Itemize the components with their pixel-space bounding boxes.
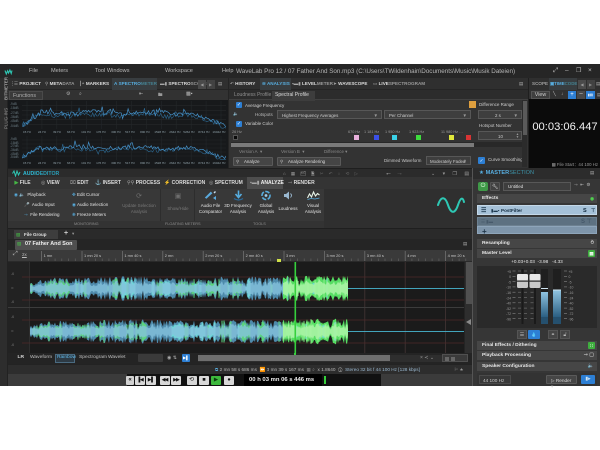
svg-text:4 mn: 4 mn [407, 253, 416, 258]
svg-text:-96: -96 [506, 318, 511, 322]
svg-text:+5: +5 [569, 270, 573, 274]
svg-text:0: 0 [509, 275, 511, 279]
svg-text:-16: -16 [569, 291, 574, 295]
svg-text:-5: -5 [569, 280, 572, 284]
svg-text:+5: +5 [507, 270, 511, 274]
svg-text:-40: -40 [569, 302, 574, 306]
svg-text:0: 0 [569, 275, 571, 279]
svg-text:-72: -72 [569, 312, 574, 316]
svg-text:1 mn 20 s: 1 mn 20 s [84, 253, 101, 258]
svg-text:2 mn 40 s: 2 mn 40 s [246, 253, 263, 258]
svg-text:-24: -24 [569, 296, 574, 300]
svg-text:2 mn: 2 mn [165, 253, 174, 258]
svg-text:-40: -40 [506, 302, 511, 306]
svg-text:2 mn 20 s: 2 mn 20 s [205, 253, 222, 258]
svg-text:-16: -16 [506, 291, 511, 295]
svg-text:-52: -52 [506, 307, 511, 311]
svg-text:-52: -52 [569, 307, 574, 311]
svg-text:1 mn: 1 mn [44, 253, 53, 258]
svg-text:-24: -24 [506, 296, 511, 300]
svg-text:-5: -5 [508, 280, 511, 284]
svg-text:-72: -72 [506, 312, 511, 316]
svg-text:-10: -10 [569, 286, 574, 290]
svg-text:-10: -10 [506, 286, 511, 290]
svg-text:-96: -96 [569, 318, 574, 322]
svg-text:4 mn 20 s: 4 mn 20 s [448, 253, 465, 258]
svg-text:3 mn: 3 mn [286, 253, 295, 258]
svg-text:1 mn 40 s: 1 mn 40 s [124, 253, 141, 258]
svg-text:3 mn 40 s: 3 mn 40 s [367, 253, 384, 258]
svg-text:3 mn 20 s: 3 mn 20 s [326, 253, 343, 258]
